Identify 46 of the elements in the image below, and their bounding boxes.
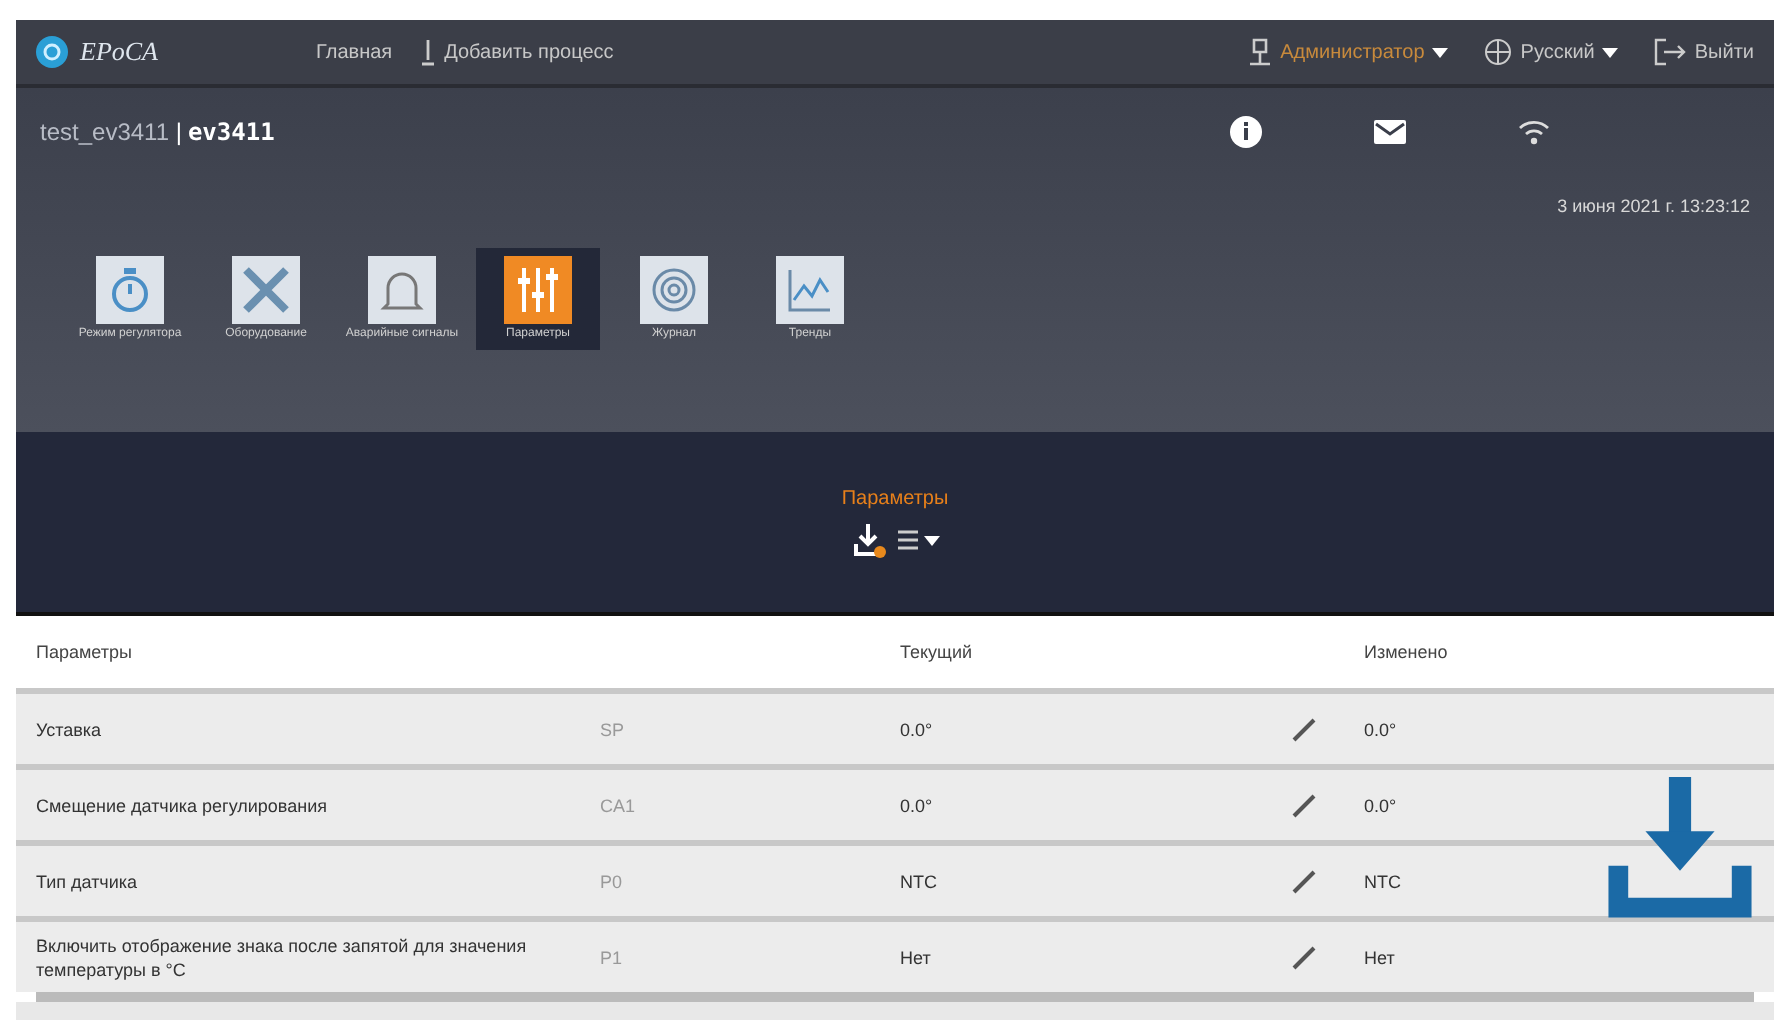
scrollbar[interactable] — [36, 992, 1754, 1002]
separator: | — [175, 118, 182, 146]
table-cell-text: 0.0° — [1364, 795, 1399, 815]
column-header: Параметры — [34, 640, 134, 664]
table-cell-text: CA1 — [600, 795, 638, 815]
pencil-icon[interactable] — [1292, 717, 1316, 741]
table-cell-text: SP — [600, 719, 627, 739]
logout-link[interactable]: Выйти — [1654, 38, 1754, 66]
table-cell-text: 0.0° — [900, 719, 935, 739]
device-model: ev3411 — [187, 118, 275, 146]
pencil-icon[interactable] — [1292, 793, 1316, 817]
language-menu[interactable]: Русский — [1484, 38, 1619, 66]
wifi-icon[interactable] — [1518, 118, 1550, 146]
pencil-icon[interactable] — [1292, 869, 1316, 893]
nav-link[interactable]: Добавить процесс — [420, 38, 614, 66]
table-cell-text: NTC — [1364, 871, 1403, 891]
table-cell-text: NTC — [900, 871, 939, 891]
section-title: Параметры — [841, 487, 949, 509]
logo-text: EPoCA — [80, 36, 158, 68]
table-cell-text: P1 — [600, 947, 625, 967]
info-icon[interactable] — [1230, 116, 1262, 148]
download-icon[interactable] — [851, 521, 887, 557]
caret-icon — [1602, 47, 1619, 57]
pencil-icon[interactable] — [1292, 945, 1316, 969]
column-header: Текущий — [900, 642, 974, 662]
mail-icon[interactable] — [1374, 120, 1406, 144]
device-name: test_ev3411 — [40, 118, 171, 146]
table-cell-text: 0.0° — [1364, 719, 1399, 739]
table-cell-text: 0.0° — [900, 795, 935, 815]
user-menu[interactable]: Администратор — [1248, 38, 1449, 66]
date-time: 3 июня 2021 г. 13:23:12 — [1557, 196, 1750, 216]
exit-icon — [1654, 38, 1687, 66]
user-name: Администратор — [1280, 41, 1425, 63]
table-cell-text: Смещение датчика регулирования — [34, 793, 329, 817]
list-menu-icon[interactable] — [895, 527, 939, 551]
column-header: Изменено — [1364, 642, 1450, 662]
caret-icon — [1432, 47, 1449, 57]
table-cell-text: Нет — [900, 947, 933, 967]
logo-icon — [36, 36, 68, 68]
table-cell-text: Включить отображение знака после запятой для значения температуры в °С — [34, 933, 529, 981]
table-cell-text: Уставка — [34, 717, 104, 741]
globe-icon — [1484, 38, 1513, 66]
table-cell-text: Нет — [1364, 947, 1397, 967]
nav-link[interactable]: Главная — [316, 38, 393, 66]
table-cell-text: P0 — [600, 871, 625, 891]
table-cell-text: Тип датчика — [34, 869, 140, 893]
